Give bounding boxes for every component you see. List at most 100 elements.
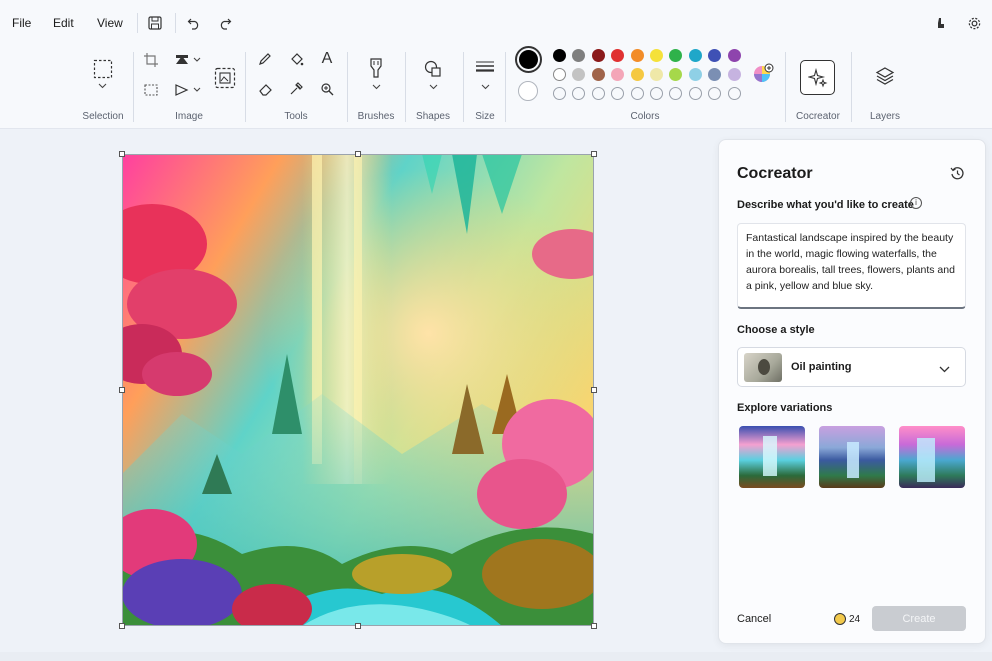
color-swatch[interactable] bbox=[688, 49, 702, 62]
color-swatch[interactable] bbox=[591, 68, 605, 81]
resize-handle[interactable] bbox=[355, 623, 361, 629]
divider bbox=[347, 52, 348, 122]
resize-handle[interactable] bbox=[119, 151, 125, 157]
gear-icon[interactable] bbox=[964, 13, 984, 33]
eraser-icon[interactable] bbox=[254, 78, 276, 100]
group-label-image: Image bbox=[175, 111, 203, 122]
custom-color-slot[interactable] bbox=[727, 87, 741, 100]
redo-icon[interactable] bbox=[215, 13, 235, 33]
color-swatch[interactable] bbox=[553, 49, 566, 62]
divider bbox=[245, 52, 246, 122]
brush-icon[interactable] bbox=[364, 55, 388, 81]
canvas-image[interactable] bbox=[122, 154, 594, 626]
secondary-color-swatch[interactable] bbox=[518, 81, 538, 101]
divider bbox=[851, 52, 852, 122]
color-swatch[interactable] bbox=[650, 49, 663, 62]
color-swatch[interactable] bbox=[688, 68, 702, 81]
color-swatch[interactable] bbox=[650, 68, 663, 81]
edit-colors-icon[interactable] bbox=[751, 62, 775, 86]
resize-handle[interactable] bbox=[591, 623, 597, 629]
group-label-cocreator: Cocreator bbox=[796, 111, 840, 122]
credits-icon bbox=[834, 613, 846, 625]
variation-thumbnail[interactable] bbox=[899, 426, 965, 488]
style-thumbnail bbox=[744, 353, 782, 382]
custom-color-slot[interactable] bbox=[591, 87, 605, 100]
divider bbox=[785, 52, 786, 122]
layers-icon[interactable] bbox=[873, 64, 897, 88]
fill-bucket-icon[interactable] bbox=[285, 48, 307, 70]
divider bbox=[133, 52, 134, 122]
image-background-icon[interactable] bbox=[212, 65, 238, 91]
undo-icon[interactable] bbox=[184, 13, 204, 33]
cocreator-panel: Cocreator Describe what you'd like to cr… bbox=[718, 139, 986, 644]
create-button[interactable]: Create bbox=[872, 606, 966, 631]
stroke-size-icon[interactable] bbox=[473, 57, 497, 79]
chevron-down-icon[interactable] bbox=[423, 80, 443, 94]
color-swatch[interactable] bbox=[591, 49, 605, 62]
menu-bar: File Edit View bbox=[0, 0, 992, 46]
variations-label: Explore variations bbox=[737, 402, 833, 414]
resize-handle[interactable] bbox=[355, 151, 361, 157]
magnifier-icon[interactable] bbox=[316, 78, 338, 100]
info-icon[interactable]: i bbox=[910, 197, 922, 209]
describe-label: Describe what you'd like to create bbox=[737, 199, 914, 211]
rotate-icon[interactable] bbox=[173, 49, 203, 71]
crop-icon[interactable] bbox=[140, 49, 162, 71]
resize-handle[interactable] bbox=[119, 387, 125, 393]
group-label-brushes: Brushes bbox=[357, 111, 395, 122]
variation-thumbnail[interactable] bbox=[819, 426, 885, 488]
custom-color-slot[interactable] bbox=[630, 87, 644, 100]
group-label-shapes: Shapes bbox=[416, 111, 450, 122]
sparkle-icon bbox=[807, 67, 827, 87]
divider bbox=[505, 52, 506, 122]
selection-rect-icon[interactable] bbox=[91, 57, 115, 81]
color-swatch[interactable] bbox=[553, 68, 566, 81]
account-icon[interactable] bbox=[931, 13, 951, 33]
custom-color-slot[interactable] bbox=[650, 87, 663, 100]
style-dropdown[interactable]: Oil painting bbox=[737, 347, 966, 387]
primary-color-swatch[interactable] bbox=[515, 46, 542, 73]
resize-handle[interactable] bbox=[591, 387, 597, 393]
resize-handle[interactable] bbox=[119, 623, 125, 629]
cocreator-button[interactable] bbox=[800, 60, 835, 95]
shapes-icon[interactable] bbox=[421, 57, 445, 81]
group-label-colors: Colors bbox=[630, 111, 660, 122]
divider bbox=[175, 13, 176, 33]
flip-icon[interactable] bbox=[173, 79, 203, 101]
cancel-button[interactable]: Cancel bbox=[737, 613, 771, 625]
group-label-selection: Selection bbox=[82, 111, 124, 122]
variation-thumbnail[interactable] bbox=[739, 426, 805, 488]
chevron-down-icon[interactable] bbox=[475, 80, 495, 94]
color-swatch[interactable] bbox=[727, 49, 741, 62]
panel-title: Cocreator bbox=[737, 165, 813, 182]
menu-file[interactable]: File bbox=[12, 16, 31, 30]
group-label-size: Size bbox=[475, 111, 495, 122]
style-value: Oil painting bbox=[791, 361, 852, 373]
text-tool-icon[interactable]: A bbox=[316, 48, 338, 70]
resize-handle[interactable] bbox=[591, 151, 597, 157]
group-label-tools: Tools bbox=[284, 111, 308, 122]
resize-icon[interactable] bbox=[140, 79, 162, 101]
color-swatch[interactable] bbox=[630, 49, 644, 62]
history-icon[interactable] bbox=[948, 164, 966, 182]
color-picker-icon[interactable] bbox=[285, 78, 307, 100]
color-swatch[interactable] bbox=[630, 68, 644, 81]
chevron-down-icon[interactable] bbox=[92, 79, 112, 93]
menu-view[interactable]: View bbox=[97, 16, 123, 30]
divider bbox=[137, 13, 138, 33]
style-label: Choose a style bbox=[737, 324, 815, 336]
prompt-input[interactable]: Fantastical landscape inspired by the be… bbox=[737, 223, 966, 309]
primary-color-fill bbox=[519, 50, 538, 69]
chevron-down-icon[interactable] bbox=[366, 80, 386, 94]
color-swatch[interactable] bbox=[727, 68, 741, 81]
divider bbox=[405, 52, 406, 122]
group-label-layers: Layers bbox=[869, 111, 900, 122]
menu-edit[interactable]: Edit bbox=[53, 16, 74, 30]
pencil-icon[interactable] bbox=[254, 48, 276, 70]
custom-color-slot[interactable] bbox=[688, 87, 702, 100]
chevron-down-icon bbox=[939, 362, 953, 374]
save-icon[interactable] bbox=[145, 13, 165, 33]
credits-count: 24 bbox=[849, 614, 861, 625]
status-bar bbox=[0, 652, 992, 661]
custom-color-slot[interactable] bbox=[553, 87, 566, 100]
